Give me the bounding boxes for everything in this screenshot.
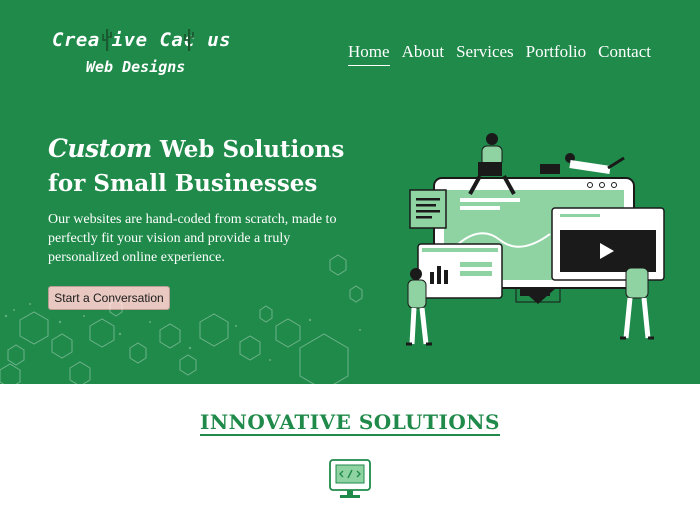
nav-portfolio[interactable]: Portfolio [526, 42, 586, 66]
monitor-code-icon [329, 459, 371, 498]
nav-contact[interactable]: Contact [598, 42, 651, 66]
brand-logo[interactable]: Crea ive Cac us Web Designs [52, 26, 231, 86]
brand-name-line1: Crea ive Cac us [52, 29, 232, 51]
hexagon-pattern [0, 254, 363, 384]
cactus-icon [184, 29, 194, 51]
main-nav: Home About Services Portfolio Contact [348, 42, 651, 66]
nav-about[interactable]: About [402, 42, 445, 66]
headline-line2: for Small Businesses [48, 170, 318, 197]
hero-section: Crea ive Cac us Web Designs Home About S… [0, 0, 700, 384]
section-title: INNOVATIVE SOLUTIONS [200, 410, 500, 434]
nav-home[interactable]: Home [348, 42, 390, 66]
brand-tagline: Web Designs [86, 58, 186, 76]
headline-emphasis: Custom [48, 134, 152, 163]
section-title-wrap: INNOVATIVE SOLUTIONS [0, 410, 700, 434]
cactus-icon [102, 29, 112, 51]
hero-headline: Custom Web Solutions for Small Businesse… [48, 132, 344, 201]
headline-part1: Web Solutions [151, 136, 345, 163]
nav-services[interactable]: Services [456, 42, 514, 66]
web-illustration [406, 133, 665, 346]
